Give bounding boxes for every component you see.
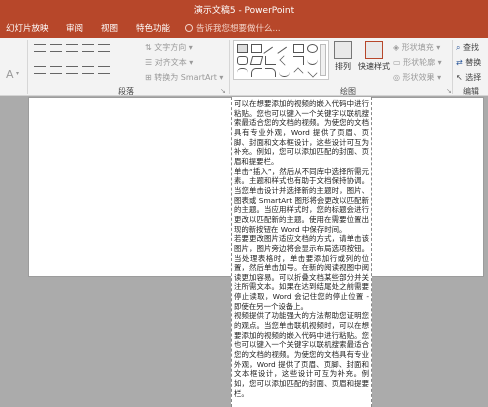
quick-styles-label: 快速样式: [358, 62, 390, 71]
chevron-shape-icon[interactable]: [307, 67, 318, 78]
search-icon: ⌕: [456, 43, 461, 52]
text-box[interactable]: 可以在想要添加的视频的嵌入代码中进行粘贴。您也可以键入一个关键字以联机搜索最适合…: [231, 97, 372, 407]
dialog-launcher-icon[interactable]: ↘: [220, 87, 226, 95]
tell-me-box[interactable]: 告诉我您想要做什么...: [185, 22, 281, 34]
shape-effects-button[interactable]: ◎ 形状效果 ▾: [393, 72, 441, 83]
shapes-gallery[interactable]: [233, 40, 329, 80]
select-label: 选择: [465, 73, 482, 82]
paragraph-group-label: 段落: [118, 87, 134, 96]
oval-shape-icon[interactable]: [307, 44, 318, 53]
window-title: 演示文稿5 - PowerPoint: [193, 6, 295, 16]
shape-fill-label: 形状填充: [401, 43, 434, 52]
font-color-button[interactable]: A: [6, 68, 14, 81]
replace-icon: ⇄: [456, 58, 463, 67]
textbox-paragraph: 可以在想要添加的视频的嵌入代码中进行粘贴。您也可以键入一个关键字以联机搜索最适合…: [234, 99, 369, 166]
shape-outline-label: 形状轮廓: [403, 58, 436, 67]
group-separator: [452, 40, 453, 94]
align-text-button[interactable]: ☰ 对齐文本 ▾: [145, 57, 193, 68]
rounded-rectangle-shape-icon[interactable]: [237, 56, 248, 65]
text-direction-label: 文字方向: [154, 43, 187, 52]
l-shape-icon[interactable]: [265, 56, 276, 65]
align-left-icon: [34, 65, 46, 74]
arrange-icon: [334, 41, 352, 59]
shape-effects-label: 形状效果: [402, 73, 435, 82]
drawing-group-label: 绘图: [340, 87, 356, 96]
dialog-launcher-icon[interactable]: ↘: [446, 87, 452, 95]
bend-shape-icon[interactable]: [293, 56, 304, 65]
ribbon-tabs: 幻灯片放映 审阅 视图 特色功能 告诉我您想要做什么...: [0, 18, 488, 38]
bullets-icon: [34, 43, 46, 52]
align-right-icon: [66, 65, 78, 74]
convert-smartart-button[interactable]: ⊞ 转换为 SmartArt ▾: [145, 72, 223, 83]
brace-right-shape-icon[interactable]: [265, 68, 276, 77]
slide-workspace: 可以在想要添加的视频的嵌入代码中进行粘贴。您也可以键入一个关键字以联机搜索最适合…: [0, 97, 488, 407]
brace-shape-icon[interactable]: [251, 68, 262, 77]
paragraph-align-buttons[interactable]: [34, 65, 114, 74]
smile-shape-icon[interactable]: [279, 68, 290, 77]
indent-decrease-icon: [66, 43, 78, 52]
select-button[interactable]: ↖ 选择: [456, 72, 481, 83]
gallery-scroll-icon[interactable]: [320, 44, 326, 76]
shape-fill-button[interactable]: ◈ 形状填充 ▾: [393, 42, 440, 53]
convert-smartart-label: 转换为 SmartArt: [154, 73, 217, 82]
shape-outline-button[interactable]: ▭ 形状轮廓 ▾: [393, 57, 442, 68]
lightbulb-icon: [185, 24, 193, 32]
textbox-paragraph: 若要更改图片适应文档的方式，请单击该图片，图片旁边将会显示布局选项按钮。当处理表…: [234, 234, 369, 311]
replace-button[interactable]: ⇄ 替换: [456, 57, 481, 68]
ribbon: A ▾ ⇅ 文字方向 ▾ ☰ 对齐文本 ▾ ⊞ 转换为 SmartArt ▾ 段…: [0, 38, 488, 96]
replace-label: 替换: [465, 58, 482, 67]
tab-review[interactable]: 审阅: [66, 22, 83, 34]
editing-group-label: 编辑: [463, 87, 479, 96]
text-direction-button[interactable]: ⇅ 文字方向 ▾: [145, 42, 193, 53]
tell-me-placeholder: 告诉我您想要做什么...: [196, 24, 281, 34]
find-button[interactable]: ⌕ 查找: [456, 42, 479, 53]
group-separator: [27, 40, 28, 94]
align-center-icon: [50, 65, 62, 74]
quick-styles-icon: [365, 41, 383, 59]
textbox-paragraph: 单击“插入”，然后从不同库中选择所需元素。主题和样式也有助于文档保持协调。当您单…: [234, 166, 369, 234]
parallelogram-shape-icon[interactable]: [249, 56, 264, 65]
tab-special-features[interactable]: 特色功能: [136, 22, 170, 34]
columns-icon: [98, 65, 110, 74]
group-separator: [229, 40, 230, 94]
numbering-icon: [50, 43, 62, 52]
chevron-down-icon: ▾: [16, 70, 20, 77]
align-text-label: 对齐文本: [154, 58, 187, 67]
line-spacing-icon: [98, 43, 110, 52]
arrange-button[interactable]: 排列: [330, 41, 356, 72]
star-shape-icon[interactable]: [293, 67, 304, 78]
title-bar: 演示文稿5 - PowerPoint: [0, 0, 488, 18]
justify-icon: [82, 65, 94, 74]
curve-shape-icon[interactable]: [307, 56, 318, 65]
paragraph-list-buttons[interactable]: [34, 43, 114, 52]
triangle-shape-icon[interactable]: [279, 55, 290, 66]
quick-styles-button[interactable]: 快速样式: [357, 41, 391, 72]
indent-increase-icon: [82, 43, 94, 52]
find-label: 查找: [463, 43, 480, 52]
tab-view[interactable]: 视图: [101, 22, 118, 34]
cursor-icon: ↖: [456, 73, 463, 82]
textbox-shape-icon[interactable]: [237, 44, 248, 53]
tab-slideshow[interactable]: 幻灯片放映: [6, 22, 49, 34]
arrange-label: 排列: [335, 62, 351, 71]
arc-shape-icon[interactable]: [237, 68, 248, 77]
vertical-textbox-shape-icon[interactable]: [251, 44, 262, 53]
textbox-paragraph: 视频提供了功能强大的方法帮助您证明您的观点。当您单击联机视频时，可以在想要添加的…: [234, 311, 369, 398]
rectangle-shape-icon[interactable]: [293, 44, 304, 53]
